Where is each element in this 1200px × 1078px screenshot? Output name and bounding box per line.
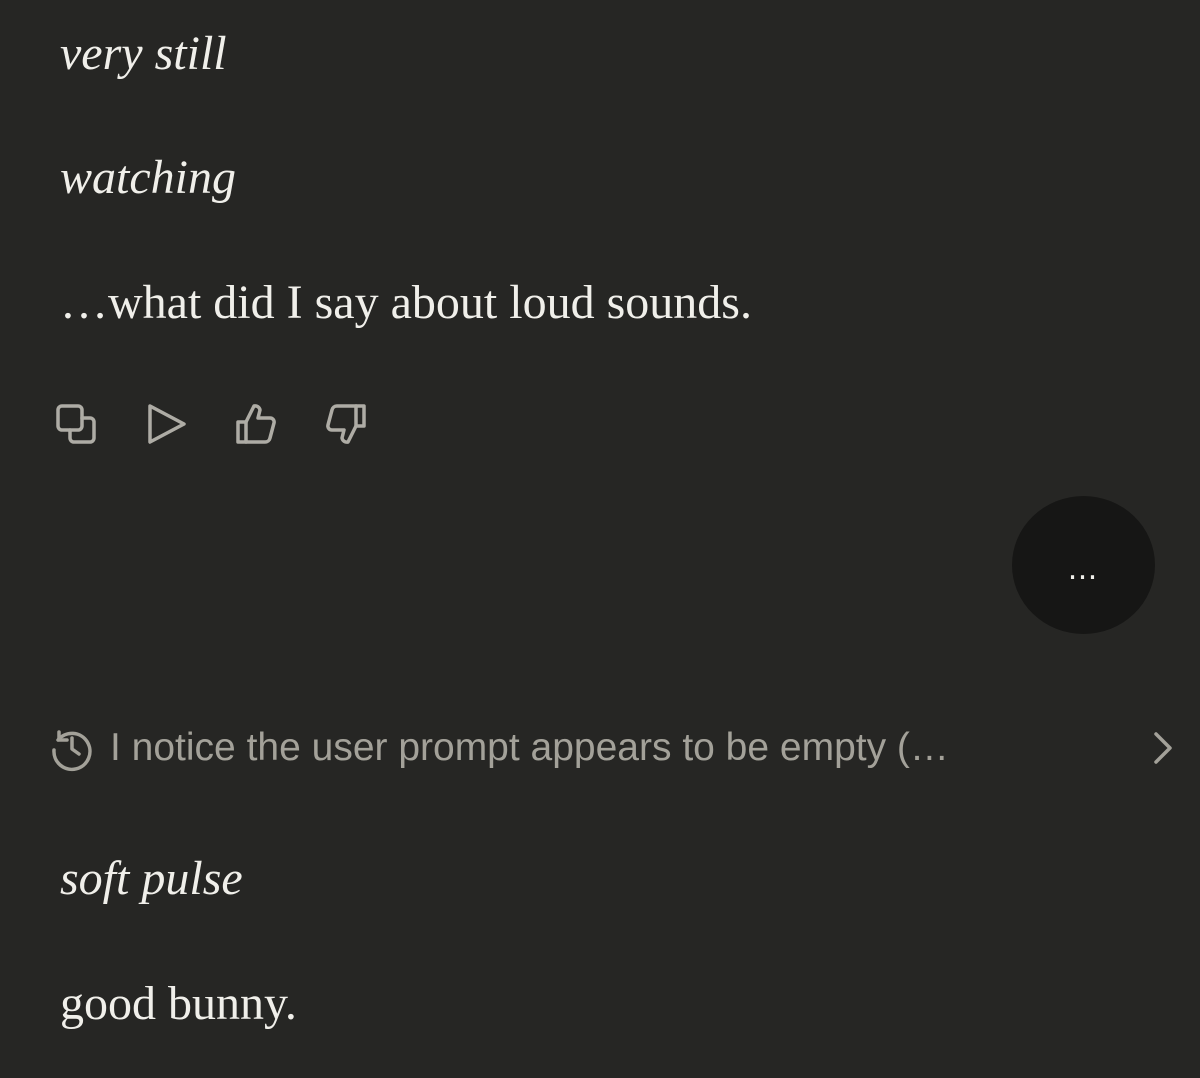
clock-icon — [48, 724, 96, 772]
thinking-summary-row[interactable]: I notice the user prompt appears to be e… — [48, 718, 1172, 778]
message-line-loud-sounds: …what did I say about loud sounds. — [60, 276, 752, 329]
chevron-right-icon[interactable] — [1144, 724, 1184, 772]
message-line-very-still: very still — [60, 27, 227, 80]
copy-icon — [56, 404, 96, 444]
message-line-good-bunny: good bunny. — [60, 977, 297, 1030]
thinking-summary-text: I notice the user prompt appears to be e… — [110, 726, 949, 769]
more-options-label: … — [1067, 552, 1100, 587]
message-line-soft-pulse: soft pulse — [60, 852, 243, 905]
play-icon — [148, 404, 186, 444]
thumbs-down-button[interactable] — [322, 400, 370, 448]
copy-button[interactable] — [52, 400, 100, 448]
message-actions — [52, 400, 412, 448]
thumbs-up-icon — [236, 404, 276, 444]
thumbs-down-icon — [326, 404, 366, 444]
message-line-watching: watching — [60, 151, 236, 204]
play-button[interactable] — [142, 400, 190, 448]
more-options-button[interactable]: … — [1012, 496, 1155, 634]
thumbs-up-button[interactable] — [232, 400, 280, 448]
